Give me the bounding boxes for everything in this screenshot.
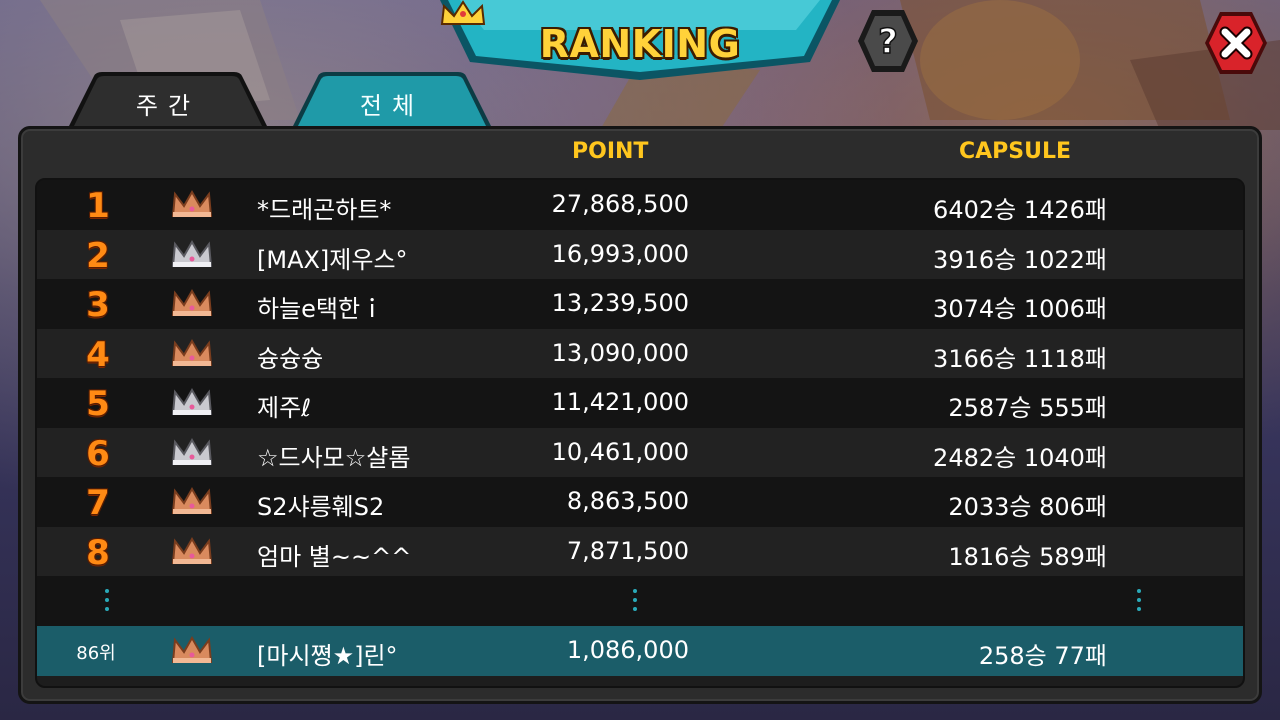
ellipsis-row <box>37 576 1243 626</box>
page-title: RANKING <box>539 22 741 66</box>
table-row[interactable]: 4 슝슝슝 13,090,000 3166승 1118패 <box>37 328 1243 378</box>
ranking-list[interactable]: 1 *드래곤하트* 27,868,500 6402승 1426패 2 [MAX]… <box>35 178 1245 688</box>
player-record: 2587승 555패 <box>948 394 1107 422</box>
column-header-point: POINT <box>572 139 649 164</box>
player-record: 3074승 1006패 <box>933 295 1107 323</box>
rank-number: 8 <box>86 532 110 573</box>
my-player-points: 1,086,000 <box>566 636 689 664</box>
table-row[interactable]: 7 S2샤릉훼S2 8,863,500 2033승 806패 <box>37 477 1243 527</box>
crown-silver-icon <box>171 387 213 415</box>
tab-weekly[interactable]: 주간 <box>68 72 268 128</box>
player-record: 1816승 589패 <box>948 542 1107 571</box>
tab-all-label: 전체 <box>359 92 425 120</box>
player-points: 27,868,500 <box>551 190 689 218</box>
player-name: *드래곤하트* <box>257 196 392 224</box>
table-row[interactable]: 5 제주ℓ 11,421,000 2587승 555패 <box>37 378 1243 428</box>
player-name: 하늘e택한ｉ <box>257 295 385 323</box>
rank-number: 2 <box>86 235 110 276</box>
player-points: 16,993,000 <box>551 239 689 268</box>
rank-number: 4 <box>86 334 110 375</box>
close-icon <box>1205 12 1267 74</box>
my-rank-row[interactable]: 86위 [마시쪙★]린° 1,086,000 258승 77패 <box>37 626 1243 676</box>
rank-number: 7 <box>86 483 110 523</box>
table-row[interactable]: 6 ☆드사모☆샬롬 10,461,000 2482승 1040패 <box>37 427 1243 477</box>
table-row[interactable]: 8 엄마 별~~^^ 7,871,500 1816승 589패 <box>37 526 1243 576</box>
my-rank-number: 86위 <box>76 643 116 664</box>
question-mark-icon: ? <box>858 10 918 72</box>
crown-silver-icon <box>171 239 213 267</box>
crown-bronze-icon <box>171 288 213 316</box>
crown-bronze-icon <box>171 189 213 217</box>
table-row[interactable]: 1 *드래곤하트* 27,868,500 6402승 1426패 <box>37 180 1243 230</box>
crown-bronze-icon <box>171 338 213 366</box>
player-name: 슝슝슝 <box>257 344 324 373</box>
player-name: 엄마 별~~^^ <box>257 542 412 571</box>
player-points: 10,461,000 <box>551 437 689 466</box>
player-points: 7,871,500 <box>566 536 689 565</box>
rank-number: 5 <box>86 384 110 424</box>
player-record: 2033승 806패 <box>948 493 1107 521</box>
column-header-capsule: CAPSULE <box>959 139 1072 164</box>
crown-silver-icon <box>171 437 213 465</box>
ellipsis-icon <box>633 584 639 616</box>
player-points: 13,239,500 <box>551 289 689 317</box>
my-player-name: [마시쪙★]린° <box>257 642 398 670</box>
table-row[interactable]: 2 [MAX]제우스° 16,993,000 3916승 1022패 <box>37 229 1243 279</box>
svg-text:?: ? <box>878 22 898 62</box>
player-points: 8,863,500 <box>566 487 689 515</box>
crown-bronze-icon <box>171 635 213 663</box>
ellipsis-icon <box>1137 584 1143 616</box>
player-name: ☆드사모☆샬롬 <box>257 443 411 472</box>
rank-number: 3 <box>86 285 110 325</box>
ellipsis-icon <box>105 584 111 616</box>
close-button[interactable] <box>1203 10 1269 76</box>
title-banner: RANKING <box>440 0 840 82</box>
player-name: S2샤릉훼S2 <box>257 493 385 521</box>
rank-number: 6 <box>86 433 110 474</box>
rank-number: 1 <box>86 186 110 226</box>
help-button[interactable]: ? <box>856 8 920 74</box>
player-name: [MAX]제우스° <box>257 245 408 274</box>
crown-bronze-icon <box>171 536 213 564</box>
player-record: 3916승 1022패 <box>933 245 1107 274</box>
tab-all[interactable]: 전체 <box>292 72 492 128</box>
my-player-record: 258승 77패 <box>978 642 1107 670</box>
player-record: 6402승 1426패 <box>933 196 1107 224</box>
tab-weekly-label: 주간 <box>135 92 201 120</box>
player-points: 11,421,000 <box>551 388 689 416</box>
table-row[interactable]: 3 하늘e택한ｉ 13,239,500 3074승 1006패 <box>37 279 1243 329</box>
player-record: 3166승 1118패 <box>933 344 1107 373</box>
player-record: 2482승 1040패 <box>933 443 1107 472</box>
player-points: 13,090,000 <box>551 338 689 367</box>
player-name: 제주ℓ <box>257 394 312 422</box>
crown-bronze-icon <box>171 486 213 514</box>
